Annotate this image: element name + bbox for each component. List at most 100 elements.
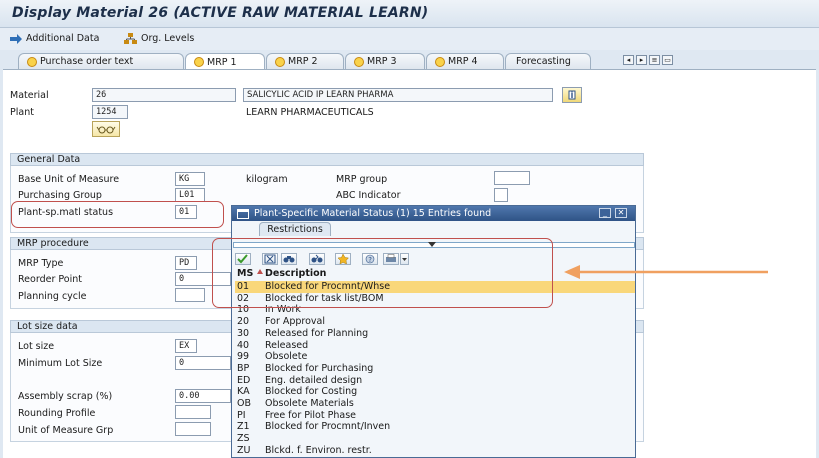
tab-mrp-2[interactable]: MRP 2 <box>266 53 344 69</box>
additional-data-label: Additional Data <box>26 33 100 44</box>
tab-status-icon <box>435 56 445 67</box>
title-bar: Display Material 26 (ACTIVE RAW MATERIAL… <box>0 0 819 28</box>
tab-label: MRP 3 <box>367 56 397 67</box>
tab-forecasting[interactable]: Forecasting <box>505 53 591 69</box>
tab-menu-icon[interactable]: ▭ <box>662 55 673 65</box>
status-description: Eng. detailed design <box>265 374 363 386</box>
list-item[interactable]: 20 For Approval <box>235 316 635 328</box>
dialog-title: Plant-Specific Material Status (1) 15 En… <box>254 208 492 219</box>
status-description: Blocked for Procmnt/Inven <box>265 421 391 433</box>
status-code: ZU <box>237 444 251 456</box>
status-field-highlight <box>11 201 224 228</box>
glasses-icon[interactable] <box>92 121 120 137</box>
planning-cycle-label: Planning cycle <box>18 291 87 302</box>
base-uom-label: Base Unit of Measure <box>18 174 120 185</box>
info-icon[interactable] <box>562 87 582 103</box>
tab-list-icon[interactable]: ≡ <box>649 55 660 65</box>
status-code: 20 <box>237 316 250 328</box>
status-description: Blocked for Costing <box>265 386 358 398</box>
reorder-point-label: Reorder Point <box>18 274 82 285</box>
assembly-scrap-field[interactable]: 0.00 <box>175 389 231 403</box>
tab-purchase-order-text[interactable]: Purchase order text <box>18 53 184 69</box>
base-uom-text: kilogram <box>246 174 288 185</box>
abc-indicator-label: ABC Indicator <box>336 190 401 201</box>
mrp-type-field[interactable]: PD <box>175 256 197 270</box>
status-description: Blocked for Purchasing <box>265 362 374 374</box>
list-item[interactable]: 30 Released for Planning <box>235 328 635 340</box>
dialog-window-icon <box>237 209 249 219</box>
list-item[interactable]: ZS <box>235 433 635 445</box>
status-description: Released <box>265 339 309 351</box>
tab-mrp-4[interactable]: MRP 4 <box>426 53 504 69</box>
tab-label: Forecasting <box>516 56 571 67</box>
tab-label: MRP 2 <box>288 56 318 67</box>
tab-mrp-1[interactable]: MRP 1 <box>185 53 265 70</box>
org-levels-label: Org. Levels <box>141 33 195 44</box>
tab-scroll-left-icon[interactable]: ◂ <box>623 55 634 65</box>
status-code: BP <box>237 362 250 374</box>
status-code: PI <box>237 409 246 421</box>
application-toolbar: Additional Data Org. Levels <box>0 28 819 50</box>
status-code: ED <box>237 374 251 386</box>
tab-status-icon <box>354 56 364 67</box>
org-levels-button[interactable]: Org. Levels <box>124 31 194 46</box>
tab-label: Purchase order text <box>40 56 134 67</box>
status-code: OB <box>237 398 251 409</box>
tab-label: MRP 1 <box>207 56 237 68</box>
planning-cycle-field[interactable] <box>175 288 205 302</box>
uom-group-field[interactable] <box>175 422 211 436</box>
plant-field[interactable]: 1254 <box>92 105 128 119</box>
mrp-type-label: MRP Type <box>18 258 64 269</box>
status-code: Z1 <box>237 421 250 433</box>
additional-data-button[interactable]: Additional Data <box>10 31 99 46</box>
arrow-right-icon <box>10 33 22 44</box>
tab-status-icon <box>275 56 285 67</box>
pointer-arrow-icon <box>564 265 768 279</box>
uom-group-label: Unit of Measure Grp <box>18 425 114 436</box>
status-description: Obsolete Materials <box>265 398 354 409</box>
abc-indicator-field[interactable] <box>494 188 508 202</box>
tab-status-icon <box>27 56 37 67</box>
min-lot-size-label: Minimum Lot Size <box>18 358 103 369</box>
list-item[interactable]: BP Blocked for Purchasing <box>235 363 635 375</box>
status-description: Blckd. f. Environ. restr. <box>265 444 372 456</box>
list-item[interactable]: ED Eng. detailed design <box>235 375 635 387</box>
tab-mrp-3[interactable]: MRP 3 <box>345 53 425 69</box>
org-levels-icon <box>124 33 137 44</box>
purchasing-group-label: Purchasing Group <box>18 190 102 201</box>
status-description: Obsolete <box>265 351 308 363</box>
status-code: 30 <box>237 327 250 339</box>
status-code: KA <box>237 386 250 398</box>
status-code: 99 <box>237 351 250 363</box>
tab-scroll-right-icon[interactable]: ▸ <box>636 55 647 65</box>
assembly-scrap-label: Assembly scrap (%) <box>18 391 113 402</box>
list-item[interactable]: Z1 Blocked for Procmnt/Inven <box>235 421 635 433</box>
close-icon[interactable]: ✕ <box>615 208 627 218</box>
minimize-icon[interactable]: _ <box>599 208 611 218</box>
list-item[interactable]: 40 Released <box>235 340 635 352</box>
min-lot-size-field[interactable]: 0 <box>175 356 231 370</box>
tab-restrictions[interactable]: Restrictions <box>259 222 331 236</box>
status-code: 40 <box>237 339 250 351</box>
lot-size-field[interactable]: EX <box>175 339 197 353</box>
list-item[interactable]: 99 Obsolete <box>235 351 635 363</box>
plant-label: Plant <box>10 107 34 118</box>
tab-label: MRP 4 <box>448 56 478 67</box>
material-field[interactable]: 26 <box>92 88 236 102</box>
list-item[interactable]: OB Obsolete Materials <box>235 398 635 410</box>
tab-status-icon <box>194 57 204 67</box>
window-title: Display Material 26 (ACTIVE RAW MATERIAL… <box>12 5 429 21</box>
material-label: Material <box>10 90 49 101</box>
general-data-title: General Data <box>10 153 644 166</box>
purchasing-group-field[interactable]: L01 <box>175 188 205 202</box>
material-description-field[interactable]: SALICYLIC ACID IP LEARN PHARMA <box>243 88 553 102</box>
list-item[interactable]: ZU Blckd. f. Environ. restr. <box>235 445 635 457</box>
base-uom-field[interactable]: KG <box>175 172 205 186</box>
list-item[interactable]: KA Blocked for Costing <box>235 386 635 398</box>
plant-description: LEARN PHARMACEUTICALS <box>246 107 374 118</box>
rounding-profile-field[interactable] <box>175 405 211 419</box>
list-item[interactable]: PI Free for Pilot Phase <box>235 410 635 422</box>
mrp-group-field[interactable] <box>494 171 530 185</box>
list-top-highlight <box>212 238 553 308</box>
status-description: For Approval <box>265 316 326 328</box>
